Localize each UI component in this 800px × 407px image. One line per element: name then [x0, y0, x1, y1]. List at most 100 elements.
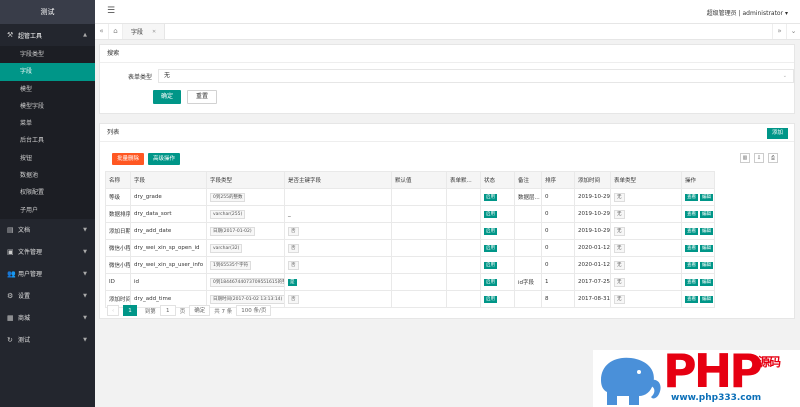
- cell-status-value[interactable]: 启用: [484, 278, 497, 286]
- batch-delete-button[interactable]: 批量删除: [112, 153, 145, 165]
- cell-sort-value: 0: [545, 211, 549, 217]
- cell-status-value[interactable]: 启用: [484, 295, 497, 303]
- table-row[interactable]: 55微信小程序用户openiddry_wei_xin_sp_open_idvar…: [105, 239, 789, 257]
- sidebar-item[interactable]: 后台工具: [0, 132, 95, 149]
- cell-field-value: dry_grade: [134, 194, 162, 200]
- cell-time: 2020-01-12 16:36:24: [574, 239, 611, 257]
- tabs-right-icon[interactable]: »: [772, 24, 786, 39]
- cell-ftype-value: varchar(32): [210, 243, 243, 253]
- edit-button[interactable]: 编辑: [700, 193, 713, 201]
- cell-formtype-value: 无: [614, 226, 625, 236]
- sidebar-item[interactable]: 按钮: [0, 150, 95, 167]
- file-icon: ▣: [7, 247, 14, 256]
- advanced-button[interactable]: 高级操作: [148, 153, 181, 165]
- edit-button[interactable]: 编辑: [700, 295, 713, 303]
- view-button[interactable]: 查看: [685, 278, 698, 286]
- columns-icon[interactable]: ▥: [740, 153, 750, 163]
- sidebar-item[interactable]: 模型: [0, 81, 95, 98]
- sidebar-group-0[interactable]: ⚒ 超管工具 ▲: [0, 24, 95, 46]
- cell-formtype-value: 无: [614, 243, 625, 253]
- sidebar-group-2[interactable]: ▣ 文件管理 ▼: [0, 241, 95, 263]
- cell-ftype: varchar(32): [206, 239, 285, 257]
- cell-status: 启用: [480, 256, 515, 274]
- menu-toggle-icon[interactable]: ☰: [107, 6, 115, 16]
- cell-status-value[interactable]: 启用: [484, 193, 497, 201]
- sidebar-group-5[interactable]: ▦ 商城 ▼: [0, 307, 95, 329]
- tabs-left-icon[interactable]: «: [95, 24, 109, 39]
- cell-time-value: 2017-07-25 22:16:20: [578, 279, 610, 285]
- edit-button[interactable]: 编辑: [700, 210, 713, 218]
- edit-button[interactable]: 编辑: [700, 227, 713, 235]
- cell-name-value: 等级: [109, 195, 121, 201]
- table-row[interactable]: 22数据排序dry_data_sortvarchar(255)_启用02019-…: [105, 205, 789, 223]
- tab-active[interactable]: 字段 ✕: [123, 24, 166, 39]
- submit-button[interactable]: 确定: [153, 90, 182, 104]
- gear-icon: ⚙: [7, 291, 14, 300]
- column-header: 排序: [541, 171, 575, 189]
- sidebar-group-3[interactable]: 👥 用户管理 ▼: [0, 263, 95, 285]
- page-unit-label: 页: [179, 308, 186, 315]
- page-size-select[interactable]: 100 条/页: [236, 305, 272, 316]
- prev-page-button[interactable]: ‹: [107, 305, 120, 316]
- list-title: 列表: [100, 124, 794, 142]
- view-button[interactable]: 查看: [685, 193, 698, 201]
- cell-status: 启用: [480, 290, 515, 308]
- sidebar-item[interactable]: 字段类型: [0, 46, 95, 63]
- cell-status-value[interactable]: 启用: [484, 261, 497, 269]
- sidebar-item[interactable]: 数据池: [0, 167, 95, 184]
- tab-bar: « ⌂ 字段 ✕ » ⌄: [95, 24, 800, 40]
- cell-pk: _: [284, 205, 392, 223]
- close-icon[interactable]: ✕: [152, 29, 156, 35]
- chevron-down-icon: ▼: [83, 336, 87, 343]
- edit-button[interactable]: 编辑: [700, 278, 713, 286]
- cell-ftype-value: 0到18446744073709551615的整数: [210, 277, 284, 287]
- table-row[interactable]: 21等级dry_grade0到255的整数启用数据层...02019-10-29…: [105, 188, 789, 206]
- users-icon: 👥: [7, 269, 16, 278]
- table-row[interactable]: 28添加日期dry_add_date日期(2017-01-02)否启用02019…: [105, 222, 789, 240]
- export-icon[interactable]: ⇩: [754, 153, 764, 163]
- sidebar-item[interactable]: 字段: [0, 63, 95, 81]
- home-icon[interactable]: ⌂: [109, 24, 123, 39]
- cell-field-value: dry_add_time: [134, 296, 172, 302]
- edit-button[interactable]: 编辑: [700, 244, 713, 252]
- table-row[interactable]: 56微信小程序用户信息dry_wei_xin_sp_user_info1到655…: [105, 256, 789, 274]
- sidebar-item[interactable]: 权限配置: [0, 184, 95, 201]
- cell-sort-value: 0: [545, 262, 549, 268]
- view-button[interactable]: 查看: [685, 210, 698, 218]
- user-menu[interactable]: 超级管理员 | administrator ▾: [707, 8, 788, 17]
- print-icon[interactable]: ⎙: [768, 153, 778, 163]
- column-header: 是否主键字段: [284, 171, 392, 189]
- view-button[interactable]: 查看: [685, 295, 698, 303]
- sidebar-group-label: 文档: [18, 227, 31, 235]
- cell-time: 2017-07-25 22:16:20: [574, 273, 611, 291]
- sidebar-item[interactable]: 子用户: [0, 202, 95, 219]
- table-row[interactable]: 3IDid0到18446744073709551615的整数是启用id字段120…: [105, 273, 789, 291]
- goto-confirm-button[interactable]: 确定: [189, 305, 211, 316]
- cell-status-value[interactable]: 启用: [484, 244, 497, 252]
- sidebar-group-1[interactable]: ▤ 文档 ▼: [0, 219, 95, 241]
- view-button[interactable]: 查看: [685, 244, 698, 252]
- reset-button[interactable]: 重置: [187, 90, 218, 104]
- sidebar-item[interactable]: 菜单: [0, 115, 95, 132]
- chevron-down-icon[interactable]: ⌄: [786, 24, 800, 39]
- add-button[interactable]: 添加: [766, 128, 788, 139]
- cell-sort-value: 0: [545, 245, 549, 251]
- cell-ftype: 0到18446744073709551615的整数: [206, 273, 285, 291]
- cell-name-value: 添加时间: [109, 297, 131, 303]
- form-type-select[interactable]: 无 ⌄: [158, 69, 794, 83]
- cell-status-value[interactable]: 启用: [484, 210, 497, 218]
- view-button[interactable]: 查看: [685, 227, 698, 235]
- sidebar-item[interactable]: 模型字段: [0, 98, 95, 115]
- refresh-icon: ↻: [7, 335, 13, 344]
- cell-note: [514, 205, 542, 223]
- table-tools: ▥ ⇩ ⎙: [740, 153, 778, 163]
- cell-status-value[interactable]: 启用: [484, 227, 497, 235]
- sidebar-group-6[interactable]: ↻ 测试 ▼: [0, 329, 95, 351]
- form-type-row: 表单类型 无 ⌄: [114, 69, 794, 83]
- cell-pk: 否: [284, 222, 392, 240]
- page-1-button[interactable]: 1: [123, 305, 137, 316]
- edit-button[interactable]: 编辑: [700, 261, 713, 269]
- goto-page-input[interactable]: 1: [159, 305, 176, 316]
- view-button[interactable]: 查看: [685, 261, 698, 269]
- sidebar-group-4[interactable]: ⚙ 设置 ▼: [0, 285, 95, 307]
